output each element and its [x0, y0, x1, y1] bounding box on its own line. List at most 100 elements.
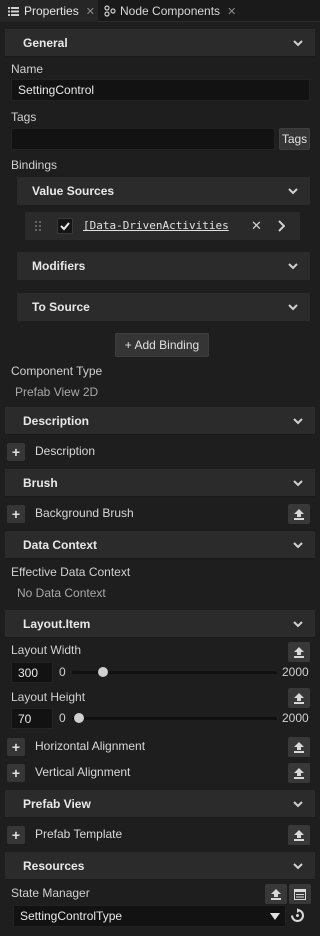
name-label: Name	[11, 62, 44, 76]
section-general[interactable]: General	[5, 29, 315, 57]
tab-properties-label: Properties	[24, 4, 79, 18]
section-layout-item-title: Layout.Item	[23, 616, 91, 631]
section-description[interactable]: Description	[5, 407, 315, 435]
upload-icon	[271, 889, 281, 900]
chevron-down-icon	[288, 304, 298, 311]
plus-icon: +	[11, 444, 21, 460]
upload-icon	[294, 830, 304, 841]
modifiers-title: Modifiers	[32, 259, 86, 273]
description-row-label: Description	[35, 444, 96, 458]
reset-icon[interactable]	[290, 908, 305, 923]
upload-icon	[294, 742, 304, 753]
chevron-down-icon	[288, 188, 298, 195]
section-brush-title: Brush	[23, 475, 58, 490]
plus-icon: +	[11, 739, 21, 755]
reset-background-brush-button[interactable]	[288, 504, 310, 524]
layout-height-value: 70	[18, 711, 32, 726]
chevron-down-icon	[293, 621, 303, 628]
add-binding-button[interactable]: + Add Binding	[115, 333, 209, 357]
section-resources[interactable]: Resources	[5, 852, 315, 880]
component-type-value: Prefab View 2D	[15, 385, 99, 399]
upload-icon	[294, 693, 304, 704]
chevron-down-icon	[293, 40, 303, 47]
plus-icon: +	[11, 765, 21, 781]
section-layout-item[interactable]: Layout.Item	[5, 610, 315, 638]
reset-layout-height-button[interactable]	[288, 688, 310, 708]
section-resources-title: Resources	[23, 858, 85, 873]
vertical-alignment-label: Vertical Alignment	[35, 765, 131, 779]
components-icon	[104, 5, 116, 17]
add-binding-label: + Add Binding	[124, 338, 200, 352]
value-source-path[interactable]: [Data-DrivenActivities	[83, 219, 237, 232]
dropdown-arrow-icon	[270, 913, 280, 920]
add-description-button[interactable]: +	[7, 443, 25, 461]
reset-horizontal-alignment-button[interactable]	[288, 737, 310, 757]
tab-node-components-label: Node Components	[120, 4, 221, 18]
panel-tab-bar: Properties ✕ Node Components ✕	[0, 0, 320, 22]
section-description-title: Description	[23, 413, 90, 428]
state-manager-label: State Manager	[11, 886, 90, 900]
add-prefab-template-button[interactable]: +	[7, 826, 25, 844]
layout-width-slider-thumb[interactable]	[97, 667, 108, 677]
chevron-down-icon	[288, 263, 298, 270]
layout-height-min: 0	[59, 711, 66, 725]
chevron-down-icon	[293, 418, 303, 425]
section-data-context-title: Data Context	[23, 537, 98, 552]
reset-prefab-template-button[interactable]	[288, 825, 310, 845]
modifiers-header[interactable]: Modifiers	[17, 252, 310, 280]
chevron-down-icon	[293, 542, 303, 549]
effective-data-context-label: Effective Data Context	[11, 565, 131, 579]
chevron-down-icon	[293, 801, 303, 808]
section-prefab-view[interactable]: Prefab View	[5, 790, 315, 818]
tags-button[interactable]: Tags	[279, 128, 310, 150]
tags-button-label: Tags	[281, 132, 308, 146]
layout-width-input[interactable]: 300	[11, 662, 53, 683]
value-sources-header[interactable]: Value Sources	[17, 177, 310, 205]
close-icon[interactable]: ✕	[227, 5, 236, 18]
add-background-brush-button[interactable]: +	[7, 505, 25, 523]
layout-height-slider[interactable]	[72, 717, 277, 720]
layout-height-max: 2000	[282, 711, 309, 725]
tab-properties[interactable]: Properties ✕	[0, 0, 98, 22]
layout-height-slider-thumb[interactable]	[74, 713, 85, 723]
component-type-label: Component Type	[11, 364, 103, 378]
upload-icon	[294, 509, 304, 520]
value-source-item: [Data-DrivenActivities ✕	[25, 212, 300, 240]
to-source-title: To Source	[32, 300, 90, 314]
add-vertical-alignment-button[interactable]: +	[7, 764, 25, 782]
plus-icon: +	[11, 827, 21, 843]
enabled-checkbox[interactable]	[57, 218, 73, 234]
value-sources-title: Value Sources	[32, 184, 115, 198]
open-state-manager-button[interactable]	[289, 884, 311, 904]
tags-field[interactable]	[11, 128, 275, 150]
close-icon[interactable]: ✕	[86, 5, 95, 18]
layout-height-input[interactable]: 70	[11, 708, 53, 729]
state-manager-value: SettingControlType	[20, 909, 123, 923]
upload-icon	[294, 647, 304, 658]
tags-label: Tags	[11, 110, 37, 124]
layout-width-value: 300	[18, 665, 39, 680]
list-icon	[8, 6, 19, 16]
chevron-down-icon	[293, 480, 303, 487]
section-general-title: General	[23, 35, 68, 50]
layout-width-min: 0	[59, 665, 66, 679]
bindings-label: Bindings	[11, 158, 58, 172]
chevron-right-icon[interactable]	[277, 220, 285, 232]
tab-node-components[interactable]: Node Components ✕	[100, 0, 248, 22]
name-field[interactable]: SettingControl	[11, 79, 310, 101]
remove-icon[interactable]: ✕	[251, 218, 262, 234]
add-horizontal-alignment-button[interactable]: +	[7, 738, 25, 756]
layout-height-label: Layout Height	[11, 690, 86, 704]
drag-handle-icon[interactable]	[35, 221, 41, 231]
to-source-header[interactable]: To Source	[17, 293, 310, 321]
reset-state-manager-button[interactable]	[265, 884, 287, 904]
background-brush-label: Background Brush	[35, 506, 134, 520]
state-manager-dropdown[interactable]: SettingControlType	[13, 905, 286, 927]
section-data-context[interactable]: Data Context	[5, 531, 315, 559]
name-field-value: SettingControl	[18, 83, 95, 97]
section-brush[interactable]: Brush	[5, 469, 315, 497]
reset-vertical-alignment-button[interactable]	[288, 763, 310, 783]
layout-width-label: Layout Width	[11, 643, 82, 657]
reset-layout-width-button[interactable]	[288, 642, 310, 662]
chevron-down-icon	[293, 863, 303, 870]
